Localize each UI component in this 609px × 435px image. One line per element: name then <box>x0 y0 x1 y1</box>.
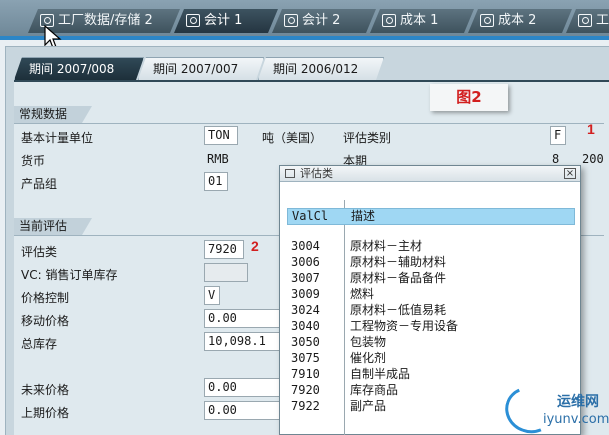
tab-icon <box>284 14 298 27</box>
tab-accounting-1[interactable]: 会计 1 <box>174 9 278 33</box>
header-accent-stripe <box>0 36 609 40</box>
future-price-field[interactable]: 0.00 <box>204 378 280 397</box>
tab-costing-1[interactable]: 成本 1 <box>370 9 474 33</box>
tab-label: 成本 2 <box>498 13 537 28</box>
tab-icon <box>382 14 396 27</box>
vc-sales-order-field[interactable] <box>204 263 248 282</box>
list-item[interactable]: 3024 原材料－低值易耗 <box>287 302 575 318</box>
tab-label: 会计 1 <box>204 13 243 28</box>
currency-value: RMB <box>207 152 229 166</box>
current-period-value: 8 <box>552 152 560 166</box>
watermark-title: 运维网 <box>557 394 599 410</box>
tab-label: 会计 2 <box>302 13 341 28</box>
valuation-class-field[interactable]: 7920 <box>204 240 244 259</box>
price-control-label: 价格控制 <box>21 291 70 305</box>
product-group-field[interactable]: 01 <box>204 172 228 191</box>
tab-label: 期间 2007/008 <box>29 62 115 76</box>
current-valuation-header: 当前评估 <box>14 218 92 235</box>
figure-label: 图2 <box>430 84 508 111</box>
current-period-year: 200 <box>582 152 604 166</box>
tab-period-2006-012[interactable]: 期间 2006/012 <box>258 57 384 80</box>
base-uom-label: 基本计量单位 <box>21 131 94 145</box>
site-watermark: 运维网 iyunv.com <box>498 379 609 435</box>
list-item[interactable]: 3004 原材料－主材 <box>287 238 575 254</box>
popup-column-header: ValCl 描述 <box>287 208 575 225</box>
previous-price-field[interactable]: 0.00 <box>204 401 280 420</box>
tab-icon <box>186 14 200 27</box>
general-data-header: 常规数据 <box>14 106 92 123</box>
previous-price-label: 上期价格 <box>21 406 70 420</box>
watermark-url: iyunv.com <box>543 412 609 427</box>
tab-plant-stock[interactable]: 工厂库 <box>566 9 609 33</box>
total-stock-field[interactable]: 10,098.1 <box>204 332 280 351</box>
total-stock-label: 总库存 <box>21 337 58 351</box>
annotation-marker-1: 1 <box>587 121 595 137</box>
column-header-code[interactable]: ValCl <box>292 209 328 224</box>
window-icon <box>285 169 295 178</box>
tab-label: 工厂数据/存储 2 <box>58 13 153 28</box>
list-item[interactable]: 3075 催化剂 <box>287 350 575 366</box>
column-header-description[interactable]: 描述 <box>351 209 375 224</box>
tab-costing-2[interactable]: 成本 2 <box>468 9 572 33</box>
valuation-class-label: 评估类 <box>21 245 58 259</box>
list-item[interactable]: 3007 原材料－备品备件 <box>287 270 575 286</box>
valuation-category-label: 评估类别 <box>343 131 392 145</box>
tab-accounting-2[interactable]: 会计 2 <box>272 9 376 33</box>
list-item[interactable]: 3006 原材料－辅助材料 <box>287 254 575 270</box>
future-price-label: 未来价格 <box>21 383 70 397</box>
close-icon[interactable]: × <box>564 168 576 179</box>
popup-title: 评估类 <box>300 167 333 180</box>
moving-price-field[interactable]: 0.00 <box>204 309 280 328</box>
period-tab-strip: 期间 2007/008 期间 2007/007 期间 2006/012 <box>14 57 609 80</box>
list-item[interactable]: 3009 燃料 <box>287 286 575 302</box>
tab-icon <box>578 14 592 27</box>
tab-label: 期间 2006/012 <box>273 62 359 76</box>
top-tab-strip: 工厂数据/存储 2 会计 1 会计 2 成本 1 成本 2 工厂库 <box>0 0 609 36</box>
tab-label: 成本 1 <box>400 13 439 28</box>
tab-period-2007-008[interactable]: 期间 2007/008 <box>14 57 144 80</box>
vc-sales-order-label: VC: 销售订单库存 <box>21 268 118 282</box>
list-item[interactable]: 7910 自制半成品 <box>287 366 575 382</box>
valuation-category-field[interactable]: F <box>550 126 566 145</box>
popup-title-bar: 评估类 <box>280 166 580 182</box>
moving-price-label: 移动价格 <box>21 314 70 328</box>
tab-period-2007-007[interactable]: 期间 2007/007 <box>138 57 264 80</box>
tab-icon <box>480 14 494 27</box>
price-control-field[interactable]: V <box>204 286 220 305</box>
group-divider <box>14 123 604 124</box>
tab-label: 期间 2007/007 <box>153 62 239 76</box>
base-uom-field[interactable]: TON <box>204 126 238 145</box>
currency-label: 货币 <box>21 154 46 168</box>
list-item[interactable]: 3050 包装物 <box>287 334 575 350</box>
base-uom-description: 吨（美国） <box>262 131 323 145</box>
list-item[interactable]: 3040 工程物资－专用设备 <box>287 318 575 334</box>
product-group-label: 产品组 <box>21 177 58 191</box>
tab-label: 工厂库 <box>596 13 609 28</box>
annotation-marker-2: 2 <box>251 238 259 254</box>
